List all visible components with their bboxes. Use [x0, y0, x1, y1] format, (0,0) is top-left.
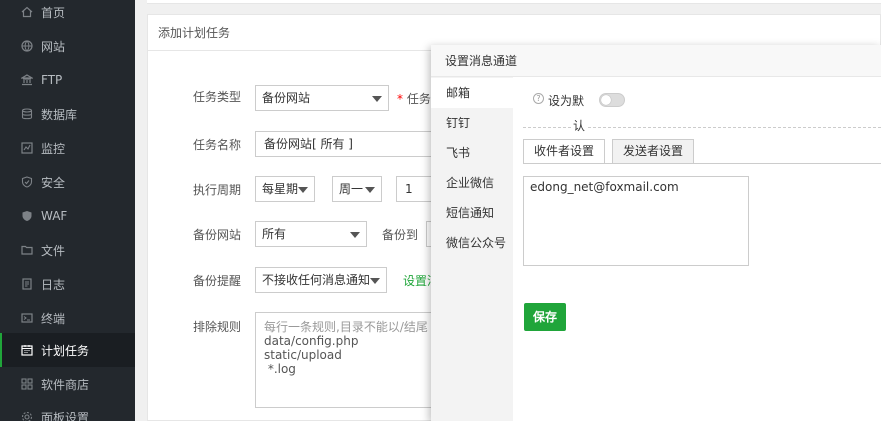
channel-item-wecom[interactable]: 企业微信	[431, 168, 513, 198]
terminal-icon	[20, 311, 34, 325]
task-type-label: 任务类型	[192, 90, 241, 104]
exclude-rules-textarea[interactable]: 每行一条规则,目录不能以/结尾 data/config.php static/u…	[255, 312, 435, 408]
sidebar-item-ftp[interactable]: FTP	[0, 63, 135, 97]
top-strip	[147, 0, 881, 4]
log-icon	[20, 277, 34, 291]
sidebar-item-label: 数据库	[41, 107, 78, 122]
cycle-value: 每星期	[262, 182, 299, 196]
reminder-value: 不接收任何消息通知	[262, 273, 371, 287]
message-channel-dialog: 设置消息通道 邮箱 钉钉 飞书 企业微信 短信通知 微信公众号 ? 设为默 认 …	[431, 45, 881, 421]
channel-item-email[interactable]: 邮箱	[431, 78, 513, 108]
sidebar-item-waf[interactable]: WAF	[0, 199, 135, 233]
settings-icon	[20, 410, 34, 421]
globe-icon	[20, 39, 34, 53]
channel-item-feishu[interactable]: 飞书	[431, 138, 513, 168]
calendar-icon	[20, 343, 34, 357]
task-type-note: * 任务	[397, 92, 431, 106]
task-type-select[interactable]: 备份网站	[255, 85, 389, 111]
sidebar-item-files[interactable]: 文件	[0, 233, 135, 267]
sidebar-item-label: 监控	[41, 141, 66, 156]
recipients-textarea[interactable]: edong_net@foxmail.com	[523, 176, 749, 266]
sidebar-item-database[interactable]: 数据库	[0, 97, 135, 131]
chevron-down-icon	[370, 278, 380, 284]
save-button[interactable]: 保存	[524, 303, 566, 331]
cycle-number-input[interactable]: 1	[396, 176, 436, 202]
sidebar-item-label: 终端	[41, 311, 66, 326]
sidebar-item-label: WAF	[41, 209, 68, 223]
tab-underline	[523, 163, 881, 164]
reminder-label: 备份提醒	[192, 274, 241, 288]
task-name-label: 任务名称	[192, 138, 241, 152]
backup-site-select[interactable]: 所有	[255, 221, 367, 247]
waf-shield-icon	[20, 209, 34, 223]
sidebar-item-label: 计划任务	[41, 343, 90, 358]
chevron-down-icon	[350, 232, 360, 238]
sidebar-item-label: 软件商店	[41, 377, 90, 392]
grid-icon	[20, 377, 34, 391]
sidebar-item-label: 面板设置	[41, 410, 90, 421]
help-icon: ?	[533, 93, 544, 104]
channel-list: 邮箱 钉钉 飞书 企业微信 短信通知 微信公众号	[431, 77, 513, 421]
sidebar-item-label: 首页	[41, 5, 66, 20]
chevron-down-icon	[372, 96, 382, 102]
backup-site-label: 备份网站	[192, 228, 241, 242]
backup-site-value: 所有	[262, 227, 287, 241]
home-icon	[20, 5, 34, 19]
set-default-toggle[interactable]	[599, 93, 625, 107]
channel-item-sms[interactable]: 短信通知	[431, 198, 513, 228]
toggle-knob	[601, 95, 611, 105]
channel-item-dingtalk[interactable]: 钉钉	[431, 108, 513, 138]
shield-icon	[20, 175, 34, 189]
sidebar-item-cron[interactable]: 计划任务	[0, 333, 135, 367]
tab-sender-settings[interactable]: 发送者设置	[612, 139, 695, 164]
chevron-down-icon	[298, 187, 308, 193]
exclude-label: 排除规则	[192, 320, 241, 334]
cycle-select[interactable]: 每星期	[255, 176, 315, 202]
backup-to-label: 备份到	[382, 228, 419, 242]
sidebar-item-store[interactable]: 软件商店	[0, 367, 135, 401]
sidebar-item-logs[interactable]: 日志	[0, 267, 135, 301]
default-label: 设为默	[548, 94, 585, 108]
sidebar-item-terminal[interactable]: 终端	[0, 301, 135, 335]
task-name-input[interactable]: 备份网站[ 所有 ]	[255, 131, 435, 157]
database-icon	[20, 107, 34, 121]
sidebar-item-label: 日志	[41, 277, 66, 292]
channel-item-wechat-mp[interactable]: 微信公众号	[431, 228, 513, 258]
sidebar-item-home[interactable]: 首页	[0, 0, 135, 29]
exclude-line: data/config.php	[264, 334, 359, 348]
chevron-down-icon	[365, 187, 375, 193]
sidebar-item-monitor[interactable]: 监控	[0, 131, 135, 165]
tab-recipient-settings[interactable]: 收件者设置	[523, 139, 606, 164]
folder-icon	[20, 243, 34, 257]
sidebar-item-label: 文件	[41, 243, 66, 258]
dialog-body: ? 设为默 认 收件者设置 发送者设置 edong_net@foxmail.co…	[513, 77, 881, 421]
exclude-line: static/upload	[264, 348, 342, 362]
weekday-value: 周一	[339, 182, 364, 196]
sidebar-item-label: 安全	[41, 175, 66, 190]
default-label-wrap: 认	[571, 117, 588, 134]
ftp-icon	[20, 73, 34, 87]
exclude-line: *.log	[264, 362, 296, 376]
sidebar-item-label: 网站	[41, 39, 66, 54]
task-type-value: 备份网站	[262, 91, 311, 105]
monitor-icon	[20, 141, 34, 155]
dialog-title: 设置消息通道	[431, 45, 881, 77]
sidebar-item-settings[interactable]: 面板设置	[0, 400, 135, 421]
reminder-select[interactable]: 不接收任何消息通知	[255, 267, 387, 293]
sidebar-item-website[interactable]: 网站	[0, 29, 135, 63]
cycle-label: 执行周期	[192, 183, 241, 197]
sidebar-item-label: FTP	[41, 73, 63, 87]
sidebar-item-security[interactable]: 安全	[0, 165, 135, 199]
weekday-select[interactable]: 周一	[332, 176, 382, 202]
exclude-line: 每行一条规则,目录不能以/结尾	[264, 320, 428, 334]
sidebar: 首页 网站 FTP 数据库 监控 安全 WAF 文件 日志 终端 计划任务 软件…	[0, 0, 135, 421]
